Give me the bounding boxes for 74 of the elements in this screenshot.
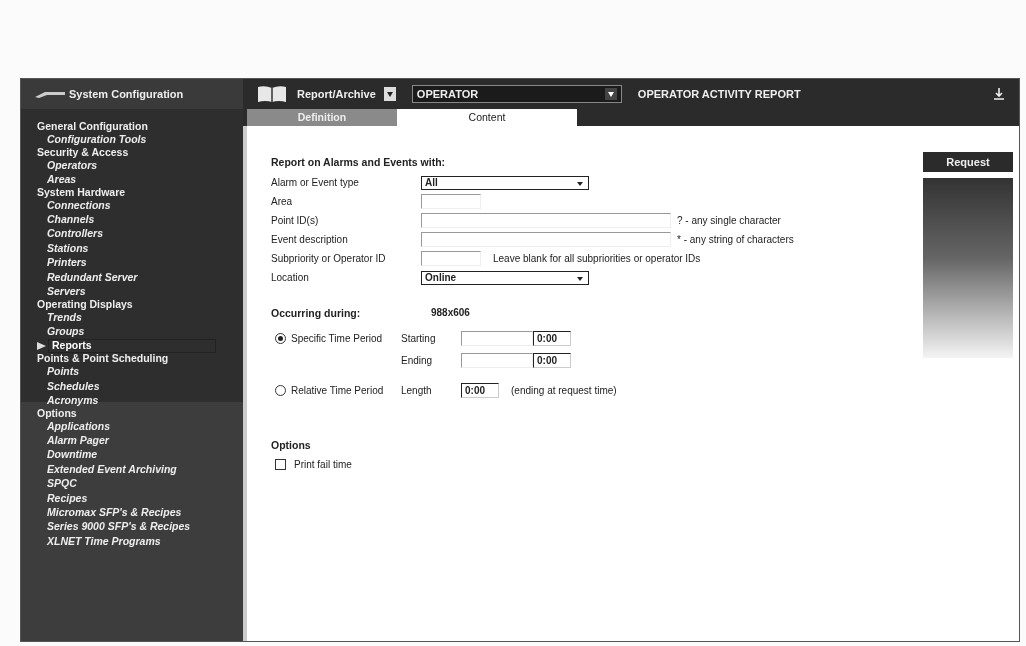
sidebar-group[interactable]: Points & Point Scheduling — [37, 353, 243, 365]
field-label: Point ID(s) — [271, 215, 320, 226]
module-dropdown[interactable]: Report/Archive — [297, 87, 402, 101]
field-label: Location — [271, 272, 310, 283]
sidebar-title: System Configuration — [69, 88, 184, 100]
sidebar-item[interactable]: Servers — [47, 285, 86, 298]
sidebar-item[interactable]: Groups — [47, 326, 85, 338]
time-field[interactable]: 0:00 — [533, 330, 571, 346]
radio-label: Specific Time Period — [291, 332, 384, 344]
sidebar-item[interactable]: Reports — [48, 339, 216, 354]
length-field[interactable]: 0:00 — [461, 382, 499, 398]
sidebar-item[interactable]: Operators — [47, 159, 98, 171]
size-note: 988x606 — [431, 307, 470, 319]
sidebar-item[interactable]: Applications — [47, 420, 110, 432]
input-field[interactable] — [421, 232, 671, 247]
hint-text: * - any string of characters — [677, 234, 794, 245]
input-field[interactable] — [421, 251, 481, 266]
section-heading: Report on Alarms and Events with: — [271, 156, 447, 168]
dropdown-icon — [604, 88, 617, 100]
date-field[interactable] — [461, 330, 533, 346]
sidebar-item[interactable]: Recipes — [47, 492, 88, 504]
select-field[interactable]: Online — [421, 270, 589, 285]
input-field[interactable] — [421, 194, 481, 209]
sidebar-item[interactable]: Channels — [47, 214, 95, 226]
sidebar-group[interactable]: Security & Access — [37, 146, 243, 158]
field-label: Event description — [271, 234, 349, 245]
sidebar-item[interactable]: Configuration Tools — [47, 133, 147, 146]
report-title: OPERATOR ACTIVITY REPORT — [637, 88, 802, 100]
sidebar-item[interactable]: Printers — [47, 257, 87, 269]
sidebar-item[interactable]: Connections — [47, 199, 111, 211]
sidebar-item[interactable]: Series 9000 SFP's & Recipes — [47, 521, 191, 533]
field-label: Ending — [401, 354, 434, 366]
section-heading: Options — [271, 439, 312, 451]
date-field[interactable] — [461, 352, 533, 368]
request-button[interactable]: Request — [923, 152, 1013, 172]
sidebar-group[interactable]: Operating Displays — [37, 298, 243, 311]
download-icon[interactable] — [993, 87, 1005, 101]
sidebar-item[interactable]: SPQC — [47, 478, 77, 490]
sidebar-item[interactable]: Alarm Pager — [47, 434, 109, 447]
operator-dropdown[interactable]: OPERATOR — [411, 85, 622, 103]
sidebar-item[interactable]: Schedules — [47, 380, 100, 392]
field-label: Alarm or Event type — [271, 177, 360, 188]
checkbox-label: Print fail time — [294, 459, 353, 470]
sidebar-item[interactable]: Micromax SFP's & Recipes — [47, 506, 182, 519]
field-label: Starting — [401, 332, 437, 344]
hint-text: ? - any single character — [677, 215, 781, 226]
tab[interactable]: Content — [397, 109, 577, 126]
field-label: Area — [271, 196, 294, 207]
book-icon — [257, 85, 287, 103]
radio-label: Relative Time Period — [291, 384, 385, 396]
field-label: Subpriority or Operator ID — [271, 253, 387, 264]
sidebar-item[interactable]: Trends — [47, 311, 82, 323]
dropdown-icon — [383, 87, 396, 101]
section-heading: Occurring during: — [271, 307, 362, 319]
sidebar-group[interactable]: General Configuration — [37, 121, 243, 133]
hint-text: (ending at request time) — [511, 384, 617, 396]
sidebar-item[interactable]: Redundant Server — [47, 271, 138, 283]
sidebar-item[interactable]: Controllers — [47, 228, 103, 240]
select-field[interactable]: All — [421, 175, 589, 190]
sidebar-item[interactable]: Areas — [47, 173, 77, 186]
logo-icon — [35, 89, 65, 99]
sidebar-item[interactable]: Stations — [47, 242, 89, 255]
field-label: Length — [401, 384, 433, 396]
time-field[interactable]: 0:00 — [533, 352, 571, 368]
sidebar-item[interactable]: Downtime — [47, 449, 98, 461]
sidebar-item[interactable]: Extended Event Archiving — [47, 463, 177, 476]
sidebar-group[interactable]: System Hardware — [37, 186, 243, 199]
sidebar-item[interactable]: XLNET Time Programs — [47, 535, 161, 547]
hint-text: Leave blank for all subpriorities or operator IDs — [493, 253, 701, 264]
input-field[interactable] — [421, 213, 671, 228]
sidebar-item[interactable]: Points — [47, 366, 80, 378]
checkbox[interactable] — [275, 459, 286, 470]
sidebar-group[interactable]: Options — [37, 407, 243, 420]
sidebar-item[interactable]: Acronyms — [47, 394, 99, 407]
